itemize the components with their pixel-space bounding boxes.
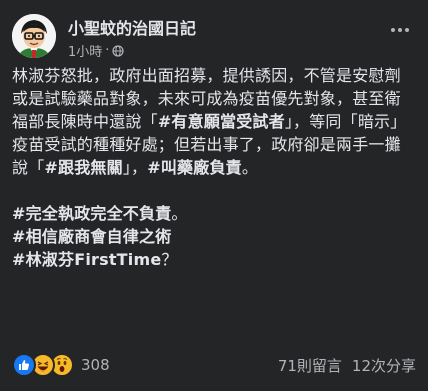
hashtag-link[interactable]: #叫藥廠負責 [147, 158, 242, 177]
hashtag-link[interactable]: #相信廠商會自律之術 [12, 227, 171, 246]
more-dot-icon [398, 28, 402, 32]
post-time[interactable]: 1小時 [68, 41, 102, 60]
post-footer: 308 71則留言 12次分享 [12, 352, 416, 378]
body-text: 。 [241, 158, 259, 177]
page-name[interactable]: 小聖蚊的治國日記 [68, 15, 196, 39]
body-text: 。 [171, 204, 188, 223]
body-text: ？ [161, 250, 178, 269]
more-dot-icon [405, 28, 409, 32]
more-options-button[interactable] [388, 20, 412, 40]
reactions-summary[interactable]: 308 [12, 353, 110, 377]
hashtag-line: #完全執政完全不負責。 [12, 202, 416, 225]
comments-count-link[interactable]: 71則留言 [278, 355, 342, 376]
globe-icon [112, 44, 125, 57]
hashtag-link[interactable]: #林淑芬FirstTime [12, 250, 161, 269]
hashtag-line: #相信廠商會自律之術 [12, 225, 416, 248]
hashtag-line: #林淑芬FirstTime？ [12, 248, 416, 271]
page-avatar[interactable] [12, 14, 56, 58]
post-stats: 71則留言 12次分享 [278, 355, 416, 376]
reaction-count: 308 [81, 356, 110, 374]
like-icon [12, 353, 36, 377]
hashtag-link[interactable]: #完全執政完全不負責 [12, 204, 171, 223]
shares-count-link[interactable]: 12次分享 [352, 355, 416, 376]
meta-separator: · [105, 43, 110, 58]
post-card: 小聖蚊的治國日記 1小時 · 林淑芬怒批，政府出面招募，提供誘因，不管是安慰劑或… [0, 0, 428, 391]
post-meta: 1小時 · [68, 41, 125, 60]
avatar-image [12, 14, 56, 58]
post-body: 林淑芬怒批，政府出面招募，提供誘因，不管是安慰劑或是試驗藥品對象，未來可成為疫苗… [12, 64, 416, 271]
more-dot-icon [391, 28, 395, 32]
hashtag-link[interactable]: #有意願當受試者 [158, 112, 285, 131]
post-header: 小聖蚊的治國日記 1小時 · [12, 12, 416, 60]
reaction-icons [12, 353, 74, 377]
hashtag-link[interactable]: #跟我無關 [44, 158, 122, 177]
body-text: 」， [122, 158, 148, 177]
post-paragraph: 林淑芬怒批，政府出面招募，提供誘因，不管是安慰劑或是試驗藥品對象，未來可成為疫苗… [12, 64, 416, 179]
